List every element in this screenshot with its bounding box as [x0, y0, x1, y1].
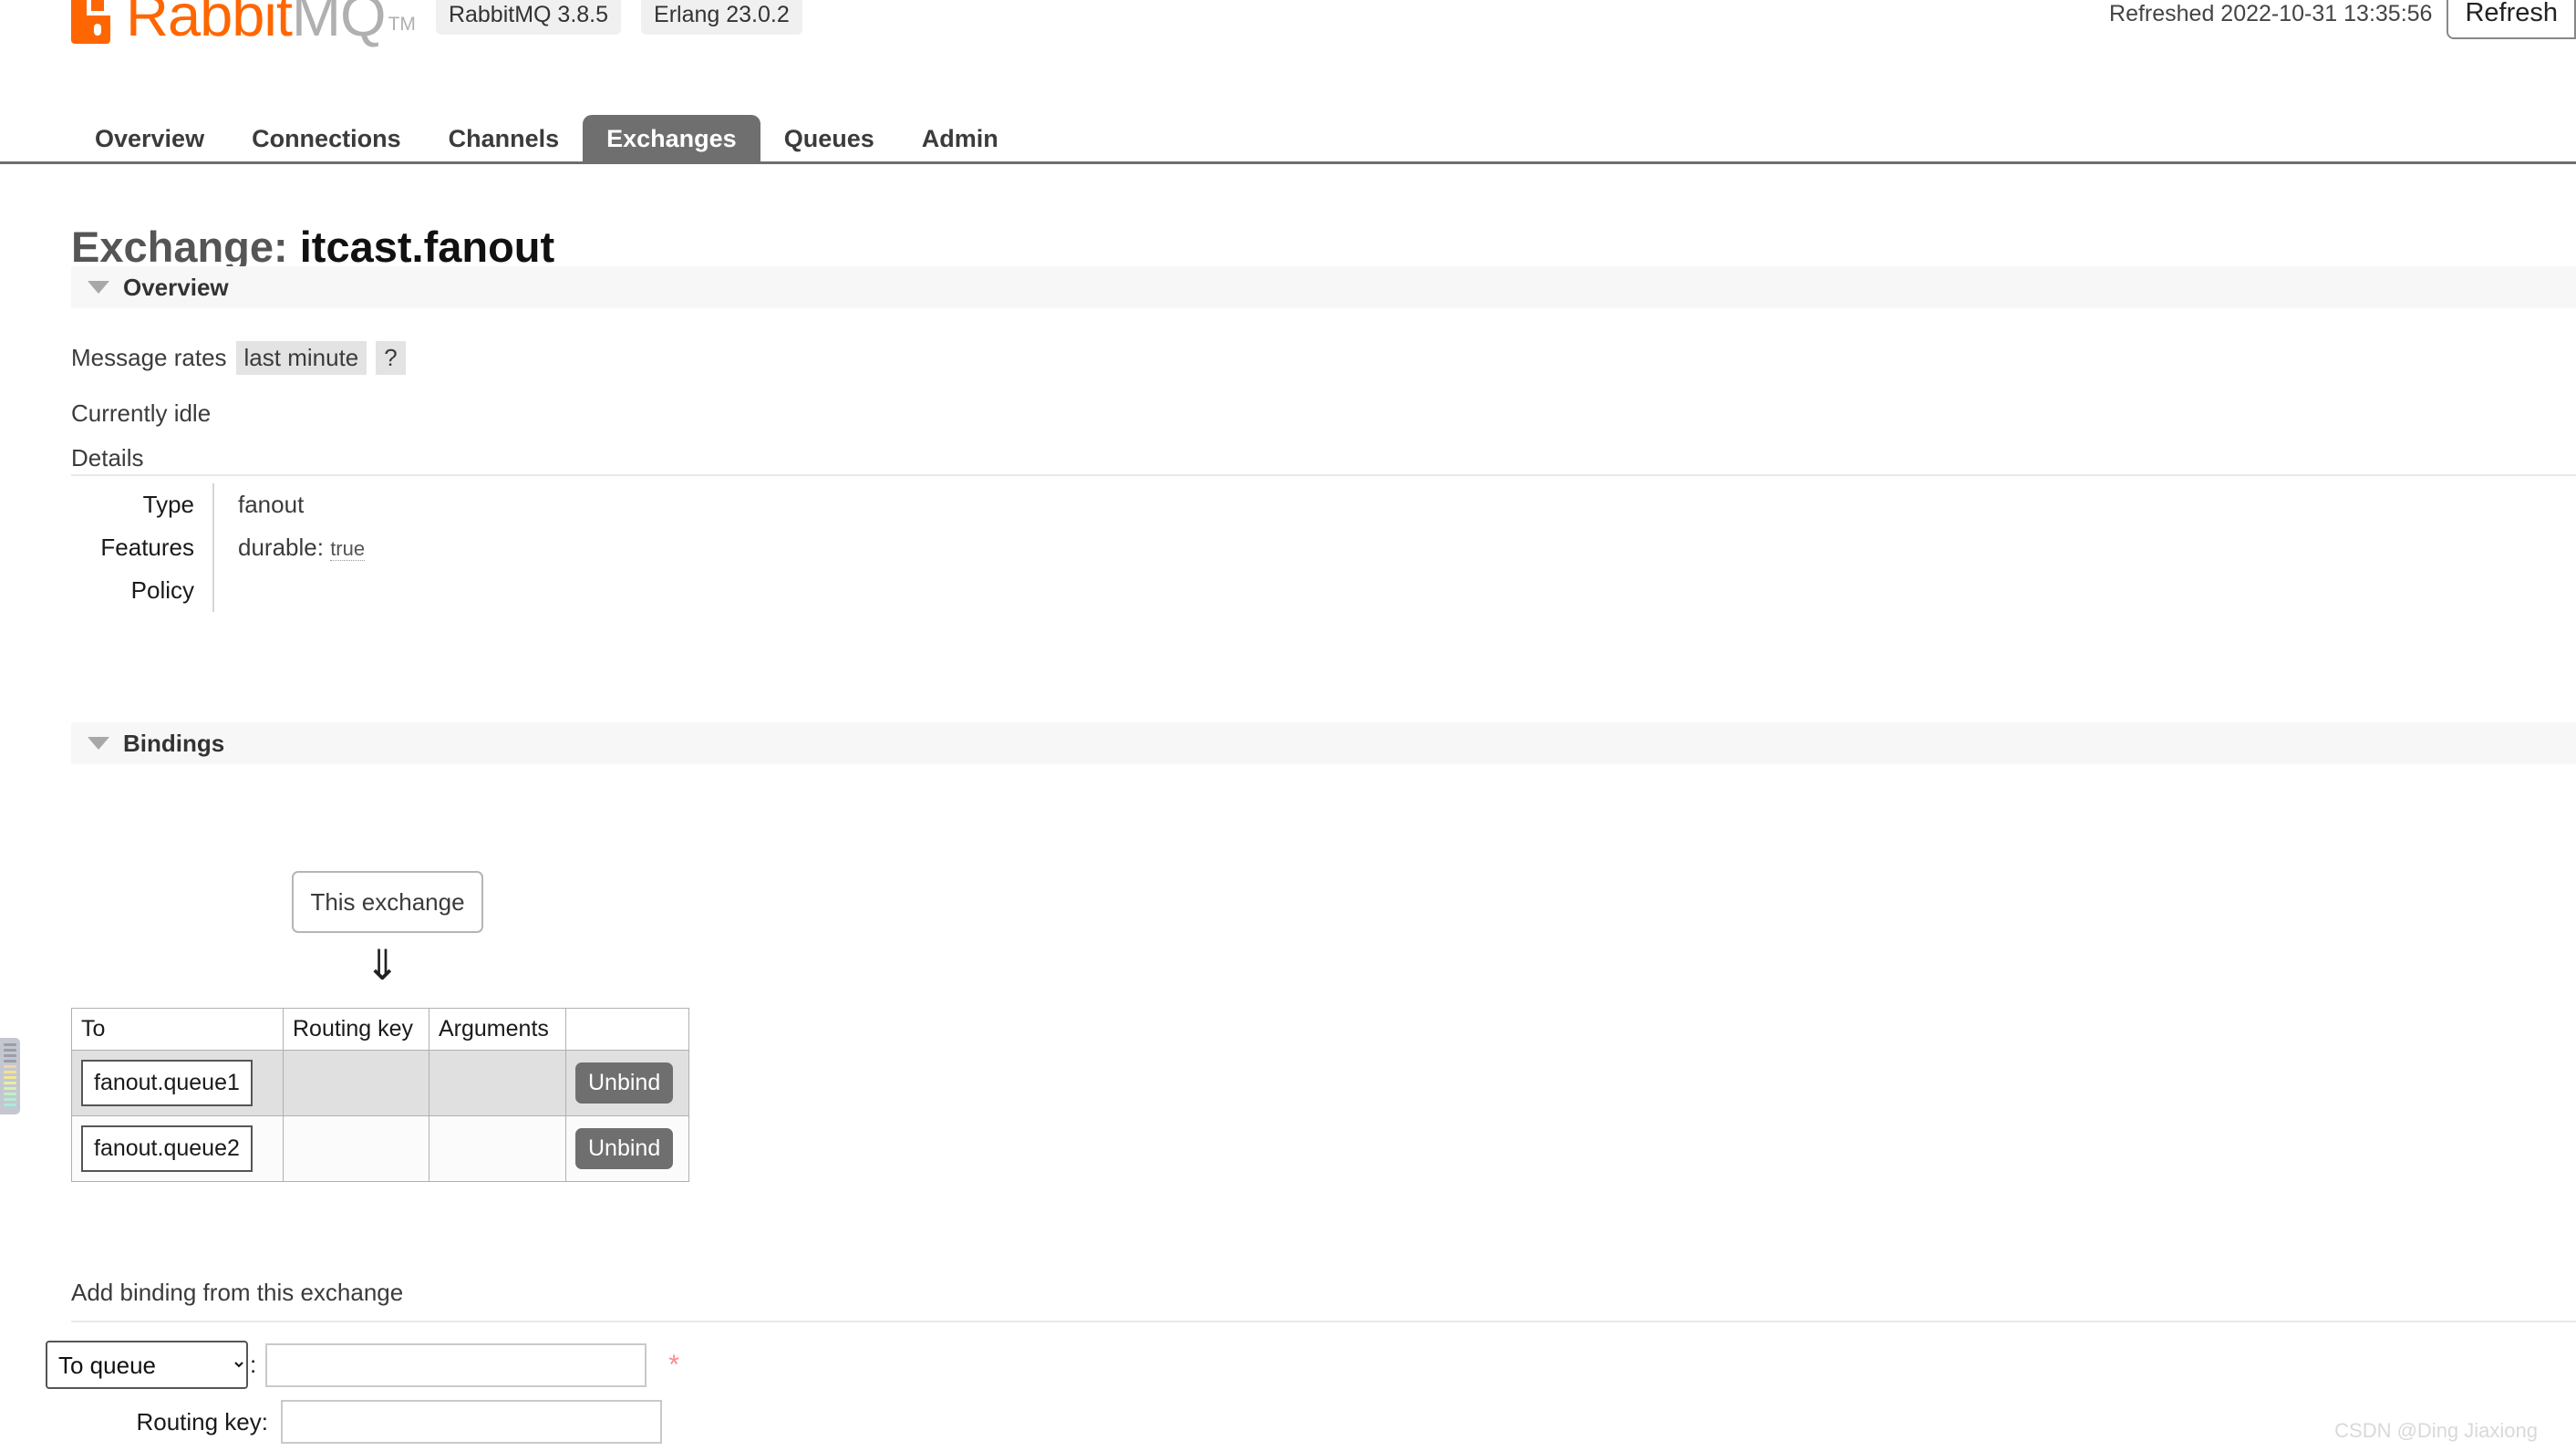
tab-overview[interactable]: Overview: [71, 115, 228, 164]
detail-value-type-text: fanout: [238, 491, 305, 518]
tab-exchanges[interactable]: Exchanges: [583, 115, 760, 164]
binding-to-cell: fanout.queue2: [71, 1115, 284, 1182]
caret-down-icon: [88, 737, 109, 750]
binding-action-cell: Unbind: [565, 1050, 689, 1116]
required-marker: *: [668, 1349, 679, 1380]
column-header-actions: [565, 1008, 689, 1051]
queue-link-fanout-queue2[interactable]: fanout.queue2: [81, 1125, 253, 1172]
logo-text-rabbit: Rabbit: [126, 0, 293, 48]
detail-value-features-sub: true: [330, 537, 366, 561]
binding-routing-key-cell: [283, 1050, 429, 1116]
add-binding-heading: Add binding from this exchange: [71, 1279, 404, 1306]
rabbitmq-logo[interactable]: Rabbit MQ TM RabbitMQ 3.8.5 Erlang 23.0.…: [71, 0, 802, 45]
form-row-routing-key: Routing key:: [71, 1400, 662, 1444]
detail-value-type: fanout: [212, 483, 2576, 526]
erlang-version-badge: Erlang 23.0.2: [641, 0, 802, 35]
section-label-bindings: Bindings: [123, 729, 225, 757]
routing-key-label: Routing key:: [136, 1407, 268, 1435]
column-header-to: To: [71, 1008, 284, 1051]
unbind-button[interactable]: Unbind: [575, 1062, 674, 1104]
double-down-arrow-icon: ⇓: [365, 941, 400, 989]
main-navigation: Overview Connections Channels Exchanges …: [0, 108, 2576, 164]
column-header-arguments: Arguments: [429, 1008, 566, 1051]
binding-to-cell: fanout.queue1: [71, 1050, 284, 1116]
queue-link-fanout-queue1[interactable]: fanout.queue1: [81, 1060, 253, 1106]
binding-routing-key-cell: [283, 1115, 429, 1182]
rabbitmq-logo-icon: [71, 0, 124, 44]
page-title-prefix: Exchange:: [71, 223, 300, 272]
logo-text-mq: MQ: [291, 0, 387, 48]
detail-key-policy: Policy: [130, 576, 194, 604]
table-row: fanout.queue2 Unbind: [71, 1115, 689, 1182]
page-title-exchange-name: itcast.fanout: [299, 223, 555, 272]
table-row: fanout.queue1 Unbind: [71, 1050, 689, 1116]
tab-queues[interactable]: Queues: [760, 115, 898, 164]
add-binding-divider: [71, 1321, 2576, 1322]
binding-arguments-cell: [429, 1115, 566, 1182]
section-header-overview[interactable]: Overview: [71, 266, 2576, 308]
section-header-bindings[interactable]: Bindings: [71, 722, 2576, 764]
csdn-watermark: CSDN @Ding Jiaxiong: [2334, 1419, 2538, 1442]
details-table: Type fanout Features durable: true Polic…: [71, 474, 2576, 612]
tab-connections[interactable]: Connections: [228, 115, 425, 164]
binding-action-cell: Unbind: [565, 1115, 689, 1182]
detail-row-policy: Policy: [71, 569, 2576, 612]
rabbitmq-version-badge: RabbitMQ 3.8.5: [435, 0, 622, 35]
routing-key-input[interactable]: [281, 1400, 662, 1444]
side-edge-widget[interactable]: [0, 1038, 20, 1114]
refresh-button[interactable]: Refresh: [2447, 0, 2576, 39]
this-exchange-node: This exchange: [292, 871, 483, 933]
bindings-table-header-row: To Routing key Arguments: [71, 1008, 689, 1051]
message-rates-help-icon[interactable]: ?: [376, 341, 406, 375]
detail-value-features-text: durable:: [238, 534, 331, 561]
tab-admin[interactable]: Admin: [898, 115, 1022, 164]
section-label-overview: Overview: [123, 273, 229, 301]
caret-down-icon: [88, 281, 109, 294]
currently-idle-text: Currently idle: [71, 399, 212, 427]
refreshed-timestamp: Refreshed 2022-10-31 13:35:56: [2109, 1, 2433, 26]
detail-key-type: Type: [142, 491, 194, 518]
destination-type-select[interactable]: To queue To exchange: [46, 1341, 248, 1389]
binding-arguments-cell: [429, 1050, 566, 1116]
column-header-routing-key: Routing key: [283, 1008, 429, 1051]
detail-row-features: Features durable: true: [71, 526, 2576, 570]
bindings-table: To Routing key Arguments fanout.queue1 U…: [71, 1008, 689, 1182]
detail-row-type: Type fanout: [71, 483, 2576, 526]
message-rates-row: Message rates last minute ?: [71, 341, 406, 375]
destination-input[interactable]: [265, 1342, 647, 1387]
logo-trademark-icon: TM: [388, 14, 416, 35]
page-title: Exchange: itcast.fanout: [71, 222, 554, 272]
message-rates-label: Message rates: [71, 344, 227, 371]
destination-colon: :: [250, 1351, 257, 1378]
form-row-destination: To queue To exchange : *: [46, 1341, 679, 1389]
detail-value-features: durable: true: [212, 526, 2576, 570]
detail-key-features: Features: [100, 534, 194, 561]
page-header: Rabbit MQ TM RabbitMQ 3.8.5 Erlang 23.0.…: [0, 0, 2576, 100]
message-rates-period-chip[interactable]: last minute: [235, 341, 367, 375]
detail-value-policy: [212, 569, 2576, 612]
refresh-area: Refreshed 2022-10-31 13:35:56 Refresh: [2109, 0, 2576, 39]
tab-channels[interactable]: Channels: [425, 115, 584, 164]
unbind-button[interactable]: Unbind: [575, 1128, 674, 1169]
details-label: Details: [71, 444, 144, 472]
